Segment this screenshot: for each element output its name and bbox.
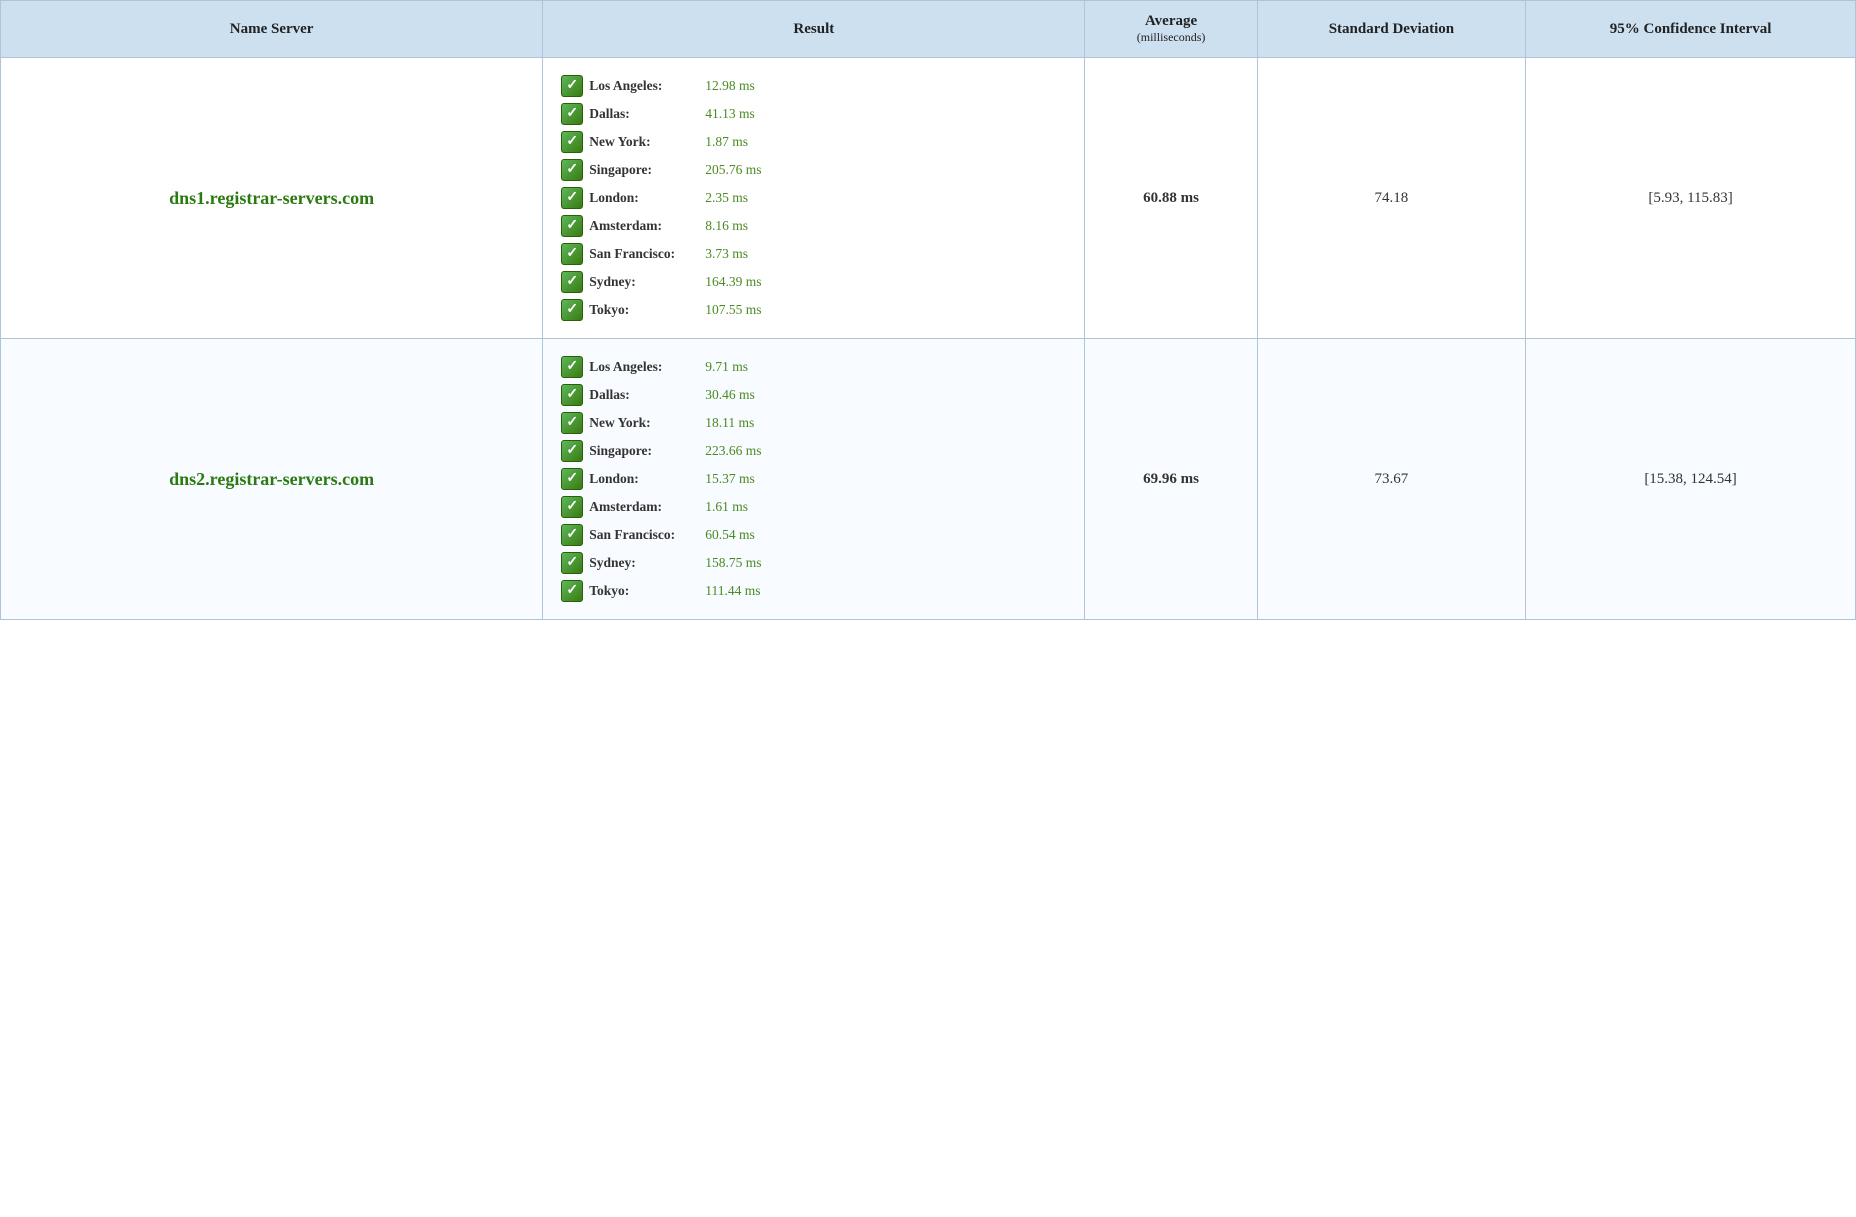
- col-header-name-server: Name Server: [1, 1, 543, 58]
- checkmark-icon: [561, 103, 583, 125]
- col-header-result: Result: [543, 1, 1085, 58]
- dns-results-table: Name Server Result Average (milliseconds…: [0, 0, 1856, 620]
- checkmark-icon: [561, 440, 583, 462]
- checkmark-icon: [561, 299, 583, 321]
- location-ms: 18.11 ms: [705, 415, 754, 431]
- location-ms: 30.46 ms: [705, 387, 755, 403]
- checkmark-icon: [561, 524, 583, 546]
- location-name: Amsterdam:: [589, 218, 699, 234]
- location-ms: 107.55 ms: [705, 302, 761, 318]
- checkmark-icon: [561, 159, 583, 181]
- result-row: Amsterdam: 1.61 ms: [561, 493, 1066, 521]
- location-name: Singapore:: [589, 443, 699, 459]
- col-header-std-dev: Standard Deviation: [1257, 1, 1525, 58]
- result-row: Tokyo: 107.55 ms: [561, 296, 1066, 324]
- location-name: Tokyo:: [589, 583, 699, 599]
- col-header-confidence-interval: 95% Confidence Interval: [1526, 1, 1856, 58]
- location-ms: 41.13 ms: [705, 106, 755, 122]
- result-row: London: 2.35 ms: [561, 184, 1066, 212]
- stddev-cell: 74.18: [1257, 58, 1525, 339]
- confidence-interval-cell: [15.38, 124.54]: [1526, 339, 1856, 620]
- location-ms: 111.44 ms: [705, 583, 760, 599]
- location-name: Los Angeles:: [589, 78, 699, 94]
- result-row: Sydney: 164.39 ms: [561, 268, 1066, 296]
- location-ms: 3.73 ms: [705, 246, 748, 262]
- average-cell: 69.96 ms: [1085, 339, 1257, 620]
- result-row: Dallas: 41.13 ms: [561, 100, 1066, 128]
- result-row: London: 15.37 ms: [561, 465, 1066, 493]
- name-server-cell: dns1.registrar-servers.com: [1, 58, 543, 339]
- stddev-cell: 73.67: [1257, 339, 1525, 620]
- result-row: Sydney: 158.75 ms: [561, 549, 1066, 577]
- checkmark-icon: [561, 243, 583, 265]
- name-server-cell: dns2.registrar-servers.com: [1, 339, 543, 620]
- location-ms: 9.71 ms: [705, 359, 748, 375]
- checkmark-icon: [561, 580, 583, 602]
- result-row: San Francisco: 60.54 ms: [561, 521, 1066, 549]
- table-row: dns2.registrar-servers.com Los Angeles: 9.…: [1, 339, 1856, 620]
- checkmark-icon: [561, 496, 583, 518]
- location-ms: 2.35 ms: [705, 190, 748, 206]
- location-ms: 15.37 ms: [705, 471, 755, 487]
- col-header-average: Average (milliseconds): [1085, 1, 1257, 58]
- location-name: Tokyo:: [589, 302, 699, 318]
- result-row: New York: 1.87 ms: [561, 128, 1066, 156]
- result-row: Dallas: 30.46 ms: [561, 381, 1066, 409]
- location-ms: 60.54 ms: [705, 527, 755, 543]
- table-row: dns1.registrar-servers.com Los Angeles: 12…: [1, 58, 1856, 339]
- location-name: New York:: [589, 415, 699, 431]
- result-row: San Francisco: 3.73 ms: [561, 240, 1066, 268]
- location-name: San Francisco:: [589, 527, 699, 543]
- location-name: London:: [589, 190, 699, 206]
- checkmark-icon: [561, 271, 583, 293]
- location-ms: 12.98 ms: [705, 78, 755, 94]
- result-row: Amsterdam: 8.16 ms: [561, 212, 1066, 240]
- checkmark-icon: [561, 468, 583, 490]
- results-cell: Los Angeles: 9.71 ms Dallas: 30.46 ms New Yo…: [543, 339, 1085, 620]
- location-name: Dallas:: [589, 106, 699, 122]
- location-ms: 164.39 ms: [705, 274, 761, 290]
- location-ms: 8.16 ms: [705, 218, 748, 234]
- location-name: New York:: [589, 134, 699, 150]
- checkmark-icon: [561, 552, 583, 574]
- result-row: Singapore: 223.66 ms: [561, 437, 1066, 465]
- location-name: Singapore:: [589, 162, 699, 178]
- result-row: Los Angeles: 12.98 ms: [561, 72, 1066, 100]
- location-name: Sydney:: [589, 274, 699, 290]
- checkmark-icon: [561, 75, 583, 97]
- checkmark-icon: [561, 384, 583, 406]
- location-ms: 1.61 ms: [705, 499, 748, 515]
- location-name: San Francisco:: [589, 246, 699, 262]
- checkmark-icon: [561, 187, 583, 209]
- location-ms: 205.76 ms: [705, 162, 761, 178]
- location-name: Sydney:: [589, 555, 699, 571]
- results-cell: Los Angeles: 12.98 ms Dallas: 41.13 ms New Y…: [543, 58, 1085, 339]
- result-row: New York: 18.11 ms: [561, 409, 1066, 437]
- location-name: Dallas:: [589, 387, 699, 403]
- location-name: London:: [589, 471, 699, 487]
- location-name: Amsterdam:: [589, 499, 699, 515]
- result-row: Tokyo: 111.44 ms: [561, 577, 1066, 605]
- checkmark-icon: [561, 215, 583, 237]
- location-ms: 223.66 ms: [705, 443, 761, 459]
- result-row: Singapore: 205.76 ms: [561, 156, 1066, 184]
- location-ms: 158.75 ms: [705, 555, 761, 571]
- checkmark-icon: [561, 356, 583, 378]
- result-row: Los Angeles: 9.71 ms: [561, 353, 1066, 381]
- checkmark-icon: [561, 131, 583, 153]
- checkmark-icon: [561, 412, 583, 434]
- location-ms: 1.87 ms: [705, 134, 748, 150]
- location-name: Los Angeles:: [589, 359, 699, 375]
- confidence-interval-cell: [5.93, 115.83]: [1526, 58, 1856, 339]
- average-cell: 60.88 ms: [1085, 58, 1257, 339]
